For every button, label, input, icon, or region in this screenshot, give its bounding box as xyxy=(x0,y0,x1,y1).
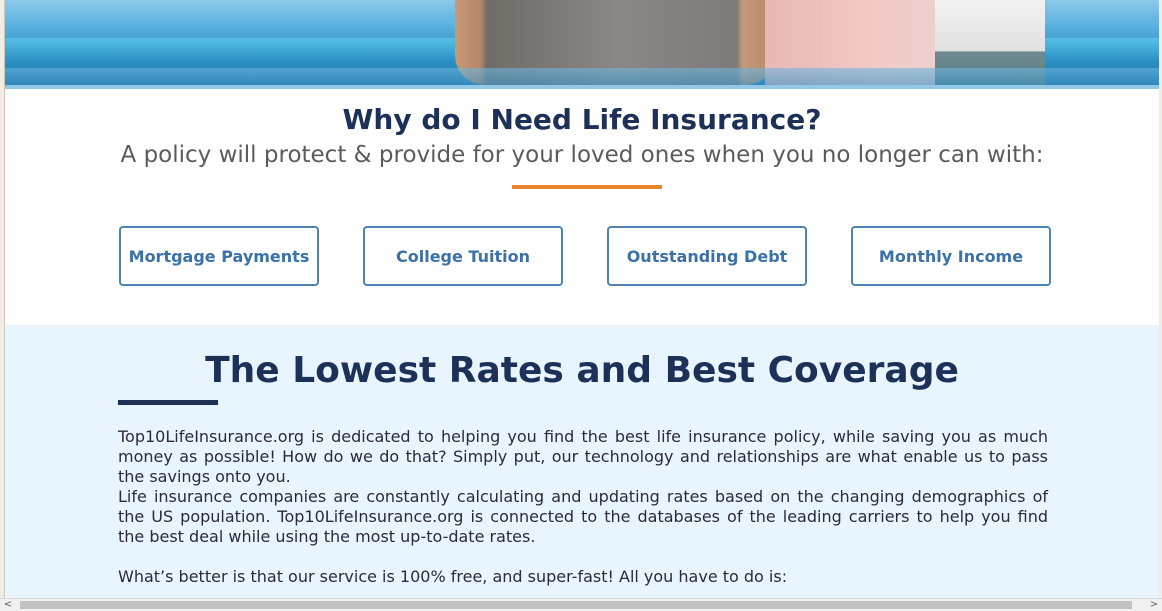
monthly-income-button[interactable]: Monthly Income xyxy=(851,226,1051,286)
scroll-right-arrow-icon[interactable]: > xyxy=(1148,599,1160,611)
outstanding-debt-button[interactable]: Outstanding Debt xyxy=(607,226,807,286)
scroll-left-arrow-icon[interactable]: < xyxy=(2,599,14,611)
scrollbar-thumb[interactable] xyxy=(20,601,1132,609)
rates-section-title: The Lowest Rates and Best Coverage xyxy=(205,350,959,391)
rates-section: The Lowest Rates and Best Coverage Top10… xyxy=(5,325,1159,598)
hero-banner-image xyxy=(5,0,1159,89)
orange-divider xyxy=(512,185,662,189)
rates-paragraph-3: What’s better is that our service is 100… xyxy=(118,567,788,586)
horizontal-scrollbar[interactable]: < > xyxy=(0,598,1162,611)
navy-divider xyxy=(118,400,218,405)
college-tuition-button[interactable]: College Tuition xyxy=(363,226,563,286)
rates-paragraph-2: Life insurance companies are constantly … xyxy=(118,487,1048,546)
why-section: Why do I Need Life Insurance? A policy w… xyxy=(5,89,1159,325)
mortgage-payments-button[interactable]: Mortgage Payments xyxy=(119,226,319,286)
why-section-subtitle: A policy will protect & provide for your… xyxy=(120,142,1044,168)
rates-paragraph-1: Top10LifeInsurance.org is dedicated to h… xyxy=(118,427,1048,486)
hero-rail xyxy=(5,68,1159,85)
why-section-title: Why do I Need Life Insurance? xyxy=(342,103,822,136)
